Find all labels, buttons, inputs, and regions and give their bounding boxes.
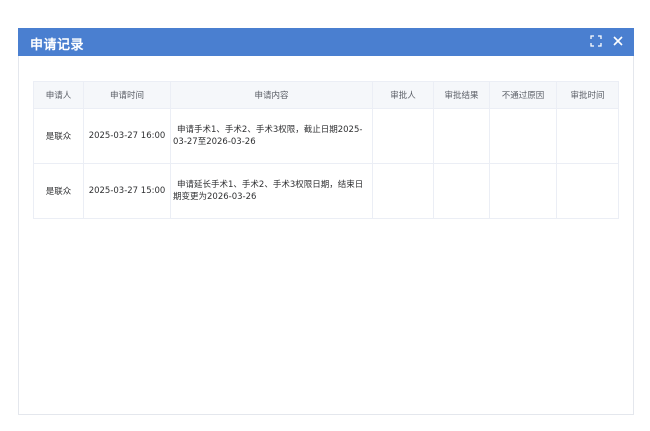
- table-header-row: 申请人 申请时间 申请内容 审批人 审批结果 不通过原因 审批时间: [33, 81, 619, 109]
- cell-approver: [372, 163, 434, 219]
- column-header-result: 审批结果: [433, 81, 490, 109]
- column-header-content: 申请内容: [170, 81, 373, 109]
- column-header-approver: 审批人: [372, 81, 434, 109]
- cell-result: [433, 163, 490, 219]
- cell-apply-time: 2025-03-27 15:00: [83, 163, 171, 219]
- cell-approve-time: [556, 108, 619, 164]
- table-row[interactable]: 是联众 2025-03-27 15:00 申请延长手术1、手术2、手术3权限日期…: [33, 163, 619, 219]
- cell-applicant: 是联众: [33, 163, 84, 219]
- cell-reject-reason: [489, 108, 557, 164]
- column-header-reject-reason: 不通过原因: [489, 81, 557, 109]
- cell-result: [433, 108, 490, 164]
- column-header-approve-time: 审批时间: [556, 81, 619, 109]
- cell-content: 申请手术1、手术2、手术3权限，截止日期2025-03-27至2026-03-2…: [170, 108, 373, 164]
- records-table-wrap: 申请人 申请时间 申请内容 审批人 审批结果 不通过原因 审批时间 是联众 20…: [33, 81, 619, 219]
- column-header-applicant: 申请人: [33, 81, 84, 109]
- fullscreen-icon[interactable]: [588, 33, 604, 49]
- column-header-apply-time: 申请时间: [83, 81, 171, 109]
- cell-apply-time: 2025-03-27 16:00: [83, 108, 171, 164]
- cell-applicant: 是联众: [33, 108, 84, 164]
- table-row[interactable]: 是联众 2025-03-27 16:00 申请手术1、手术2、手术3权限，截止日…: [33, 108, 619, 164]
- records-table: 申请人 申请时间 申请内容 审批人 审批结果 不通过原因 审批时间 是联众 20…: [33, 81, 619, 219]
- close-icon[interactable]: [610, 33, 626, 49]
- dialog-title: 申请记录: [30, 38, 85, 53]
- cell-content-text: 申请手术1、手术2、手术3权限，截止日期2025-03-27至2026-03-2…: [173, 125, 363, 147]
- cell-content: 申请延长手术1、手术2、手术3权限日期，结束日期变更为2026-03-26: [170, 163, 373, 219]
- apply-record-dialog: 申请记录 申请人 申请时间 申请内容 审批人 审批结果 不通过原因 审批时间 是…: [18, 28, 634, 415]
- cell-reject-reason: [489, 163, 557, 219]
- dialog-titlebar: 申请记录: [18, 28, 634, 56]
- cell-content-text: 申请延长手术1、手术2、手术3权限日期，结束日期变更为2026-03-26: [173, 180, 364, 202]
- cell-approver: [372, 108, 434, 164]
- cell-approve-time: [556, 163, 619, 219]
